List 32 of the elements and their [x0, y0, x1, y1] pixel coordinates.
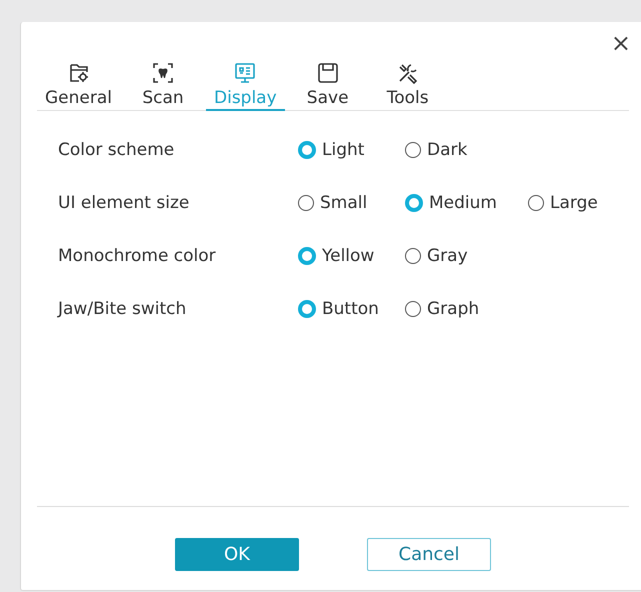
tab[interactable]: Tools	[370, 60, 445, 111]
option-label: Medium	[429, 192, 497, 212]
setting-label: Jaw/Bite switch	[58, 298, 188, 318]
radio-button[interactable]	[298, 194, 314, 210]
option-label: Button	[322, 298, 379, 318]
setting-label: Color scheme	[58, 140, 176, 160]
folder-gear-icon	[68, 62, 90, 84]
radio-button[interactable]	[405, 194, 423, 212]
tools-icon	[396, 62, 419, 84]
radio-button[interactable]	[298, 300, 316, 318]
radio-button[interactable]	[298, 140, 316, 158]
close-button[interactable]: ×	[610, 30, 631, 56]
tooth-scan-icon	[152, 62, 174, 84]
radio-button[interactable]	[528, 194, 544, 210]
option-label: Graph	[427, 298, 480, 318]
option-label: Light	[322, 140, 364, 160]
option-label: Small	[320, 192, 368, 212]
option-label: Yellow	[322, 246, 374, 266]
radio-button[interactable]	[405, 142, 421, 158]
cancel-button[interactable]: Cancel	[367, 538, 491, 571]
option-label: Large	[550, 192, 598, 212]
radio-button[interactable]	[298, 246, 316, 264]
option-label: Dark	[427, 140, 468, 160]
option-label: Gray	[427, 246, 468, 266]
tab[interactable]: Scan	[126, 60, 200, 111]
radio-button[interactable]	[405, 248, 421, 264]
radio-button[interactable]	[405, 300, 421, 316]
setting-label: UI element size	[58, 192, 190, 212]
monitor-icon	[234, 62, 256, 84]
tab[interactable]: Save	[290, 60, 365, 111]
tab[interactable]: General	[37, 60, 120, 111]
setting-label: Monochrome color	[58, 246, 217, 266]
